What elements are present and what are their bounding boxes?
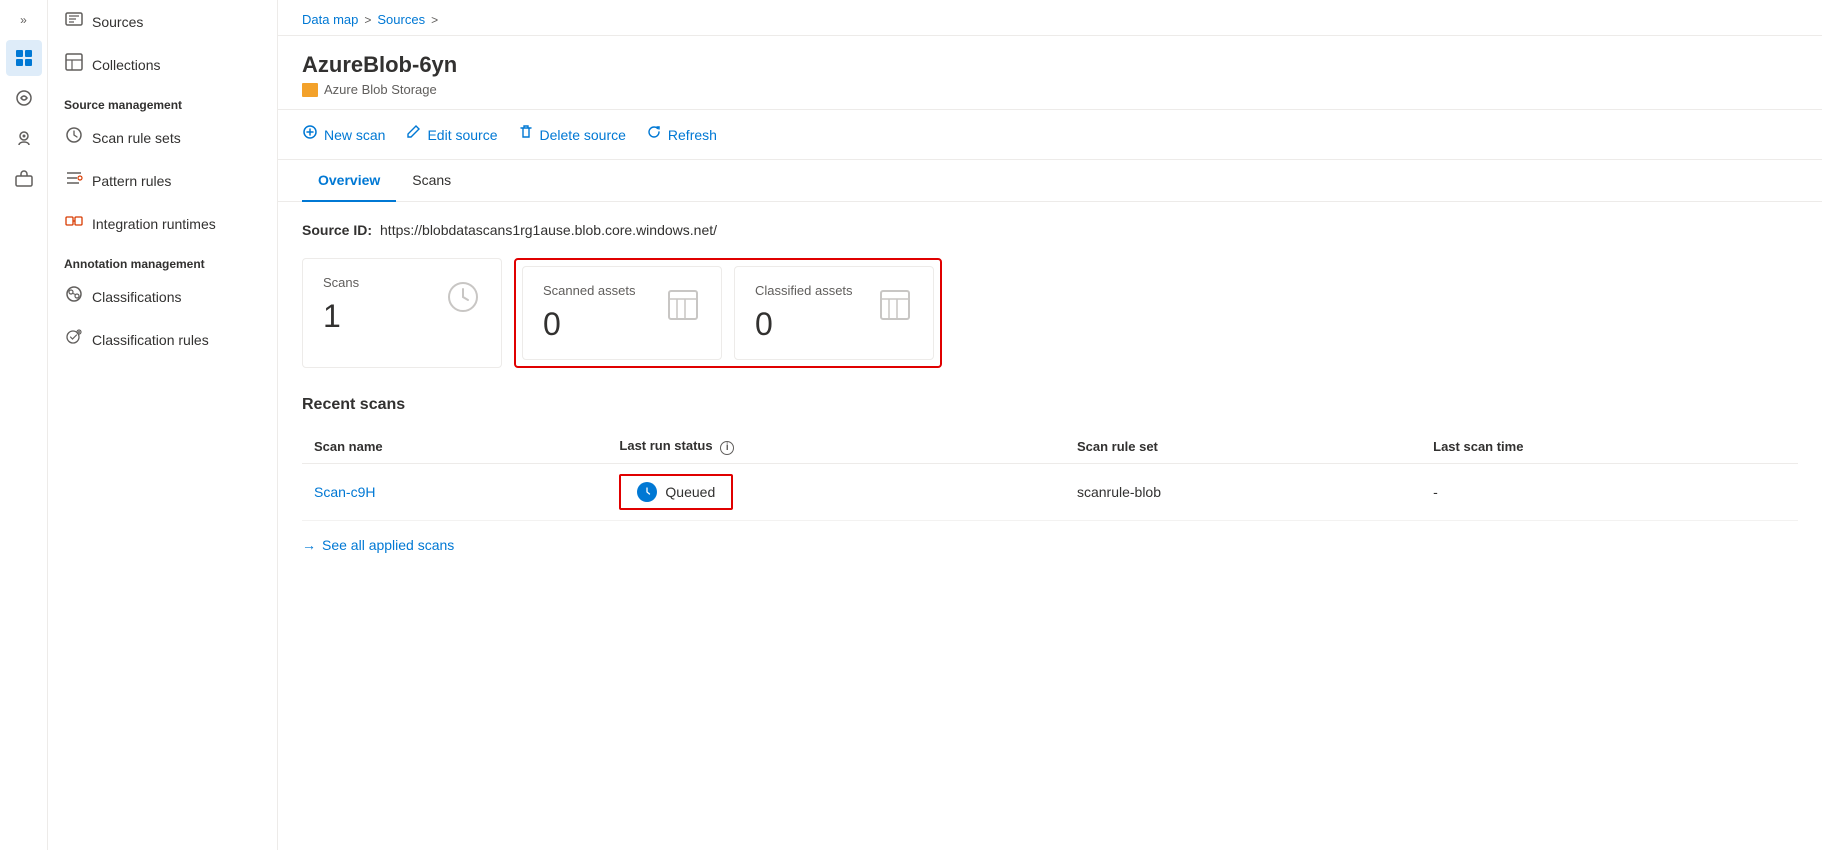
sidebar-item-classifications[interactable]: Classifications xyxy=(48,275,277,318)
scan-rule-sets-label: Scan rule sets xyxy=(92,130,181,146)
data-catalog-icon[interactable] xyxy=(6,40,42,76)
source-id-value: https://blobdatascans1rg1ause.blob.core.… xyxy=(380,222,717,238)
breadcrumb-sep-1: > xyxy=(364,13,371,27)
classified-assets-value: 0 xyxy=(755,306,853,343)
col-scan-name: Scan name xyxy=(302,430,607,463)
scans-card-icon xyxy=(445,279,481,322)
status-text: Queued xyxy=(665,484,715,500)
see-all-label: See all applied scans xyxy=(322,537,454,553)
delete-source-button[interactable]: Delete source xyxy=(518,120,626,149)
breadcrumb-sources[interactable]: Sources xyxy=(377,12,425,27)
scans-card-label: Scans xyxy=(323,275,359,290)
classification-rules-icon xyxy=(64,328,84,351)
col-last-scan-time: Last scan time xyxy=(1421,430,1798,463)
insight-icon[interactable] xyxy=(6,80,42,116)
refresh-label: Refresh xyxy=(668,127,717,143)
classification-rules-label: Classification rules xyxy=(92,332,209,348)
toolbar: New scan Edit source Delete source xyxy=(278,110,1822,160)
collections-label: Collections xyxy=(92,57,160,73)
stats-row: Scans 1 Scanned assets 0 xyxy=(302,258,1798,368)
classified-assets-icon xyxy=(877,287,913,330)
table-row: Scan-c9H Queued xyxy=(302,463,1798,520)
highlighted-cards-group: Scanned assets 0 Classified assets 0 xyxy=(514,258,942,368)
breadcrumb-sep-2: > xyxy=(431,13,438,27)
arrow-icon: → xyxy=(302,537,316,553)
scan-name-cell: Scan-c9H xyxy=(302,463,607,520)
recent-scans-title: Recent scans xyxy=(302,396,1798,414)
annotation-management-label: Annotation management xyxy=(48,245,277,275)
icon-rail: » xyxy=(0,0,48,850)
new-scan-label: New scan xyxy=(324,127,385,143)
col-last-run-status: Last run status i xyxy=(607,430,1065,463)
status-highlight-box: Queued xyxy=(619,474,733,510)
tabs: Overview Scans xyxy=(278,160,1822,202)
subtitle-text: Azure Blob Storage xyxy=(324,82,437,97)
sidebar-item-pattern-rules[interactable]: Pattern rules xyxy=(48,159,277,202)
sources-label: Sources xyxy=(92,14,143,30)
expand-button[interactable]: » xyxy=(6,8,42,32)
main-content: Data map > Sources > AzureBlob-6yn Azure… xyxy=(278,0,1822,850)
page-title: AzureBlob-6yn xyxy=(302,52,1798,78)
source-id-label: Source ID: xyxy=(302,222,372,238)
sidebar: Sources Collections Source management Sc… xyxy=(48,0,278,850)
sidebar-item-integration-runtimes[interactable]: Integration runtimes xyxy=(48,202,277,245)
page-subtitle: Azure Blob Storage xyxy=(302,82,1798,97)
collections-icon xyxy=(64,53,84,76)
sidebar-item-classification-rules[interactable]: Classification rules xyxy=(48,318,277,361)
toolbox-icon[interactable] xyxy=(6,160,42,196)
sidebar-item-collections[interactable]: Collections xyxy=(48,43,277,86)
refresh-icon xyxy=(646,124,662,145)
overview-section: Source ID: https://blobdatascans1rg1ause… xyxy=(278,202,1822,573)
status-info-icon[interactable]: i xyxy=(720,441,734,455)
rule-set-cell: scanrule-blob xyxy=(1065,463,1421,520)
edit-source-label: Edit source xyxy=(427,127,497,143)
storage-icon xyxy=(302,83,318,97)
pattern-rules-icon xyxy=(64,169,84,192)
tab-scans[interactable]: Scans xyxy=(396,160,467,202)
scan-link[interactable]: Scan-c9H xyxy=(314,484,375,500)
integration-runtimes-label: Integration runtimes xyxy=(92,216,216,232)
glossary-icon[interactable] xyxy=(6,120,42,156)
sidebar-item-sources[interactable]: Sources xyxy=(48,0,277,43)
scanned-assets-card: Scanned assets 0 xyxy=(522,266,722,360)
edit-source-icon xyxy=(405,124,421,145)
col-scan-rule-set: Scan rule set xyxy=(1065,430,1421,463)
scans-stat-card: Scans 1 xyxy=(302,258,502,368)
page-header: AzureBlob-6yn Azure Blob Storage xyxy=(278,36,1822,110)
integration-runtimes-icon xyxy=(64,212,84,235)
classified-assets-label: Classified assets xyxy=(755,283,853,298)
delete-source-label: Delete source xyxy=(540,127,626,143)
scanned-assets-value: 0 xyxy=(543,306,636,343)
source-id-row: Source ID: https://blobdatascans1rg1ause… xyxy=(302,222,1798,238)
delete-source-icon xyxy=(518,124,534,145)
scanned-assets-icon xyxy=(665,287,701,330)
new-scan-button[interactable]: New scan xyxy=(302,120,385,149)
sources-icon xyxy=(64,10,84,33)
breadcrumb-data-map[interactable]: Data map xyxy=(302,12,358,27)
refresh-button[interactable]: Refresh xyxy=(646,120,717,149)
tab-overview[interactable]: Overview xyxy=(302,160,396,202)
scanned-assets-label: Scanned assets xyxy=(543,283,636,298)
see-all-link[interactable]: → See all applied scans xyxy=(302,537,1798,553)
classifications-label: Classifications xyxy=(92,289,181,305)
edit-source-button[interactable]: Edit source xyxy=(405,120,497,149)
status-cell: Queued xyxy=(607,463,1065,520)
scans-table: Scan name Last run status i Scan rule se… xyxy=(302,430,1798,521)
source-management-label: Source management xyxy=(48,86,277,116)
queued-icon xyxy=(637,482,657,502)
scan-rule-sets-icon xyxy=(64,126,84,149)
classified-assets-card: Classified assets 0 xyxy=(734,266,934,360)
last-scan-time-cell: - xyxy=(1421,463,1798,520)
sidebar-item-scan-rule-sets[interactable]: Scan rule sets xyxy=(48,116,277,159)
scans-card-value: 1 xyxy=(323,298,359,335)
classifications-icon xyxy=(64,285,84,308)
breadcrumb: Data map > Sources > xyxy=(278,0,1822,36)
pattern-rules-label: Pattern rules xyxy=(92,173,171,189)
new-scan-icon xyxy=(302,124,318,145)
